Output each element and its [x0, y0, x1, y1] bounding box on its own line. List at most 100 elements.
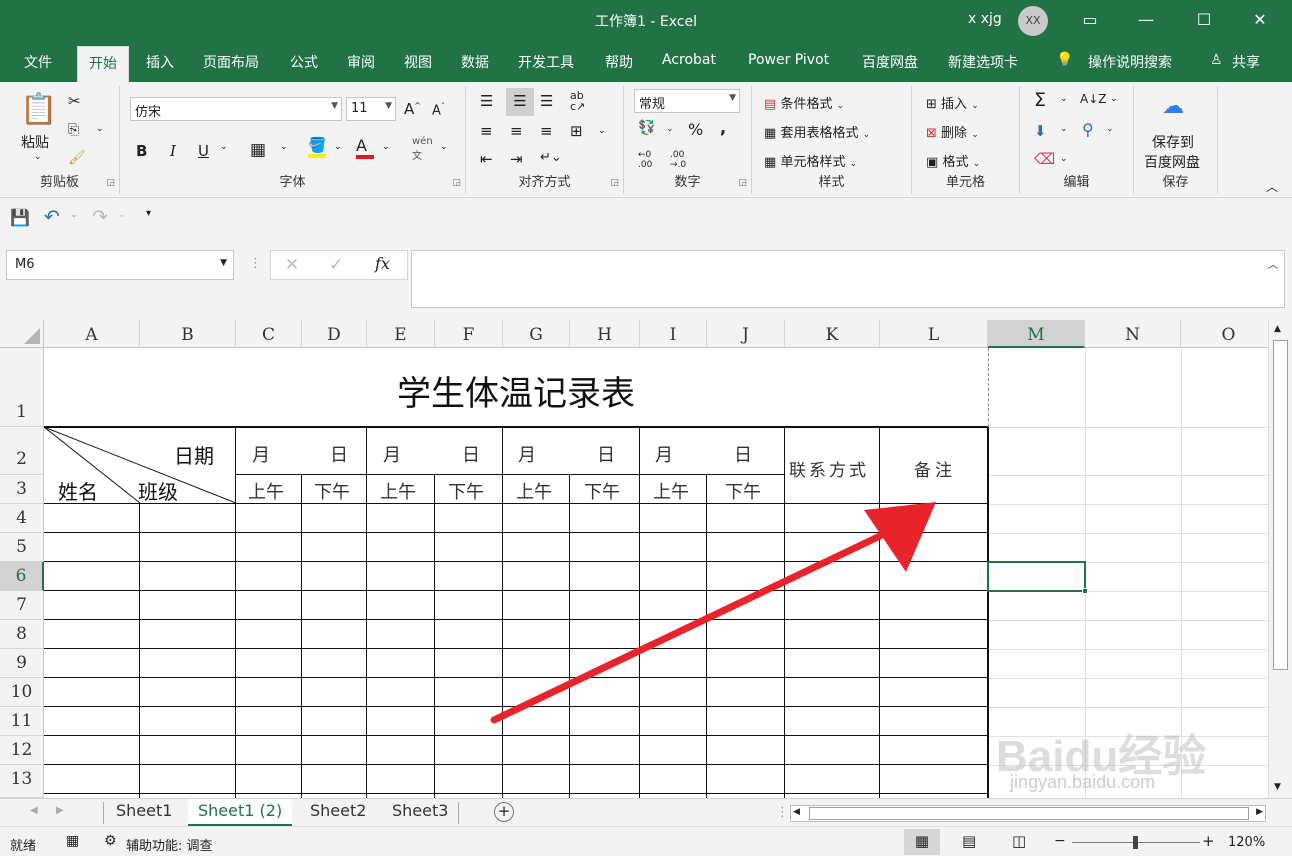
wrap-text-icon[interactable]: ↵⌄: [540, 150, 562, 165]
column-header-H[interactable]: H: [570, 320, 640, 348]
tab-split-grip-icon[interactable]: ⋮: [776, 805, 789, 820]
fill-icon[interactable]: ⬇: [1034, 122, 1047, 140]
month-label[interactable]: 月: [655, 441, 673, 467]
month-label[interactable]: 月: [518, 441, 536, 467]
orientation-icon[interactable]: ab c↗: [570, 90, 585, 112]
close-icon[interactable]: ✕: [1248, 8, 1272, 32]
user-name[interactable]: x xjg: [968, 11, 1002, 27]
format-painter-icon[interactable]: 🖌: [68, 150, 86, 166]
tab-view[interactable]: 视图: [404, 52, 432, 72]
redo-dropdown-icon[interactable]: ⌄: [118, 210, 126, 220]
row-header-12[interactable]: 12: [0, 736, 44, 765]
scroll-down-icon[interactable]: ▼: [1274, 782, 1281, 792]
normal-view-icon[interactable]: ▦: [904, 829, 940, 855]
month-label[interactable]: 月: [383, 441, 401, 467]
tab-page-layout[interactable]: 页面布局: [203, 52, 259, 72]
zoom-out-icon[interactable]: −: [1054, 833, 1066, 849]
am-label[interactable]: 上午: [248, 478, 284, 504]
share-icon[interactable]: ♙: [1210, 52, 1223, 68]
copy-dropdown-icon[interactable]: ⌄: [96, 124, 104, 134]
sort-dropdown-icon[interactable]: ⌄: [1110, 94, 1118, 104]
tab-acrobat[interactable]: Acrobat: [662, 52, 716, 68]
increase-decimal-icon[interactable]: ←0.00: [638, 150, 652, 170]
day-label[interactable]: 日: [462, 441, 480, 467]
decrease-indent-icon[interactable]: ⇤: [480, 150, 493, 168]
align-middle-icon[interactable]: ☰: [506, 88, 534, 116]
tab-insert[interactable]: 插入: [146, 52, 174, 72]
tab-power-pivot[interactable]: Power Pivot: [748, 52, 829, 68]
delete-cells-button[interactable]: ⊠ 删除 ⌄: [926, 122, 979, 141]
redo-icon[interactable]: ↷: [92, 206, 108, 228]
font-color-icon[interactable]: A: [356, 136, 374, 159]
pm-label[interactable]: 下午: [314, 478, 350, 504]
worksheet[interactable]: A B C D E F G H I J K L M N O 1 2 3 4 5 …: [0, 320, 1268, 798]
row-header-8[interactable]: 8: [0, 620, 44, 649]
conditional-format-button[interactable]: ▤ 条件格式 ⌄: [764, 93, 844, 112]
vertical-scroll-thumb[interactable]: [1273, 340, 1288, 670]
accounting-dropdown-icon[interactable]: ⌄: [666, 124, 674, 134]
save-to-cloud-button[interactable]: 保存到: [1152, 132, 1194, 152]
contact-label[interactable]: 联系方式: [789, 456, 869, 481]
percent-icon[interactable]: %: [688, 120, 703, 139]
clipboard-launcher-icon[interactable]: ◲: [106, 178, 115, 188]
number-format-select[interactable]: 常规 ▼: [634, 89, 740, 113]
sheet-tab[interactable]: Sheet3: [382, 799, 458, 826]
fill-handle[interactable]: [1082, 588, 1088, 594]
italic-button[interactable]: I: [170, 142, 176, 160]
zoom-level[interactable]: 120%: [1228, 835, 1265, 850]
column-header-G[interactable]: G: [503, 320, 570, 348]
row-header-7[interactable]: 7: [0, 591, 44, 620]
clear-icon[interactable]: ⌫: [1034, 150, 1055, 168]
tab-data[interactable]: 数据: [461, 52, 489, 72]
save-to-cloud-button-line2[interactable]: 百度网盘: [1144, 152, 1200, 172]
alignment-launcher-icon[interactable]: ◲: [610, 178, 619, 188]
row-header-5[interactable]: 5: [0, 533, 44, 562]
select-all-button[interactable]: [0, 320, 44, 348]
align-left-icon[interactable]: ≡: [480, 122, 493, 140]
font-color-dropdown-icon[interactable]: ⌄: [382, 142, 390, 152]
next-sheet-icon[interactable]: ▶: [56, 805, 64, 816]
expand-formula-bar-icon[interactable]: ︿: [1268, 256, 1278, 271]
enter-icon[interactable]: ✓: [329, 255, 343, 275]
column-header-L[interactable]: L: [880, 320, 988, 348]
tab-file[interactable]: 文件: [24, 52, 52, 72]
tab-help[interactable]: 帮助: [605, 52, 633, 72]
font-size-select[interactable]: 11 ▼: [346, 97, 396, 121]
month-label[interactable]: 月: [252, 441, 270, 467]
format-cells-button[interactable]: ▣ 格式 ⌄: [926, 151, 980, 170]
row-header-3[interactable]: 3: [0, 475, 44, 504]
class-label[interactable]: 班级: [138, 476, 178, 505]
fill-dropdown-icon[interactable]: ⌄: [1060, 124, 1068, 134]
horizontal-scrollbar[interactable]: ◀ ▶: [790, 805, 1266, 822]
tab-review[interactable]: 审阅: [347, 52, 375, 72]
add-sheet-icon[interactable]: +: [494, 802, 514, 822]
scroll-right-icon[interactable]: ▶: [1256, 807, 1263, 817]
zoom-slider-thumb[interactable]: [1133, 836, 1138, 849]
row-header-1[interactable]: 1: [0, 348, 44, 427]
column-header-A[interactable]: A: [44, 320, 140, 348]
avatar[interactable]: XX: [1018, 6, 1048, 36]
row-header-10[interactable]: 10: [0, 678, 44, 707]
align-bottom-icon[interactable]: ☰: [540, 92, 553, 110]
merge-dropdown-icon[interactable]: ⌄: [598, 126, 606, 136]
border-dropdown-icon[interactable]: ⌄: [280, 142, 288, 152]
column-header-I[interactable]: I: [640, 320, 707, 348]
align-right-icon[interactable]: ≡: [540, 122, 553, 140]
cut-icon[interactable]: ✂: [68, 92, 81, 110]
tab-baidu-pan[interactable]: 百度网盘: [862, 52, 918, 72]
insert-cells-button[interactable]: ⊞ 插入 ⌄: [926, 93, 979, 112]
grow-font-icon[interactable]: A^: [404, 100, 421, 118]
day-label[interactable]: 日: [734, 441, 752, 467]
tab-new[interactable]: 新建选项卡: [948, 52, 1018, 72]
sheet-tab[interactable]: Sheet1: [106, 799, 182, 826]
customize-qat-icon[interactable]: ▾: [146, 208, 151, 219]
decrease-decimal-icon[interactable]: .00 →.0: [670, 150, 686, 170]
column-header-O[interactable]: O: [1181, 320, 1268, 348]
underline-dropdown-icon[interactable]: ⌄: [220, 142, 228, 152]
insert-function-icon[interactable]: fx: [375, 254, 390, 273]
scroll-left-icon[interactable]: ◀: [793, 807, 800, 817]
shrink-font-icon[interactable]: Aˇ: [432, 102, 445, 118]
sort-filter-icon[interactable]: A↓Z: [1080, 92, 1106, 106]
undo-dropdown-icon[interactable]: ⌄: [70, 210, 78, 220]
find-icon[interactable]: ⚲: [1082, 120, 1094, 139]
